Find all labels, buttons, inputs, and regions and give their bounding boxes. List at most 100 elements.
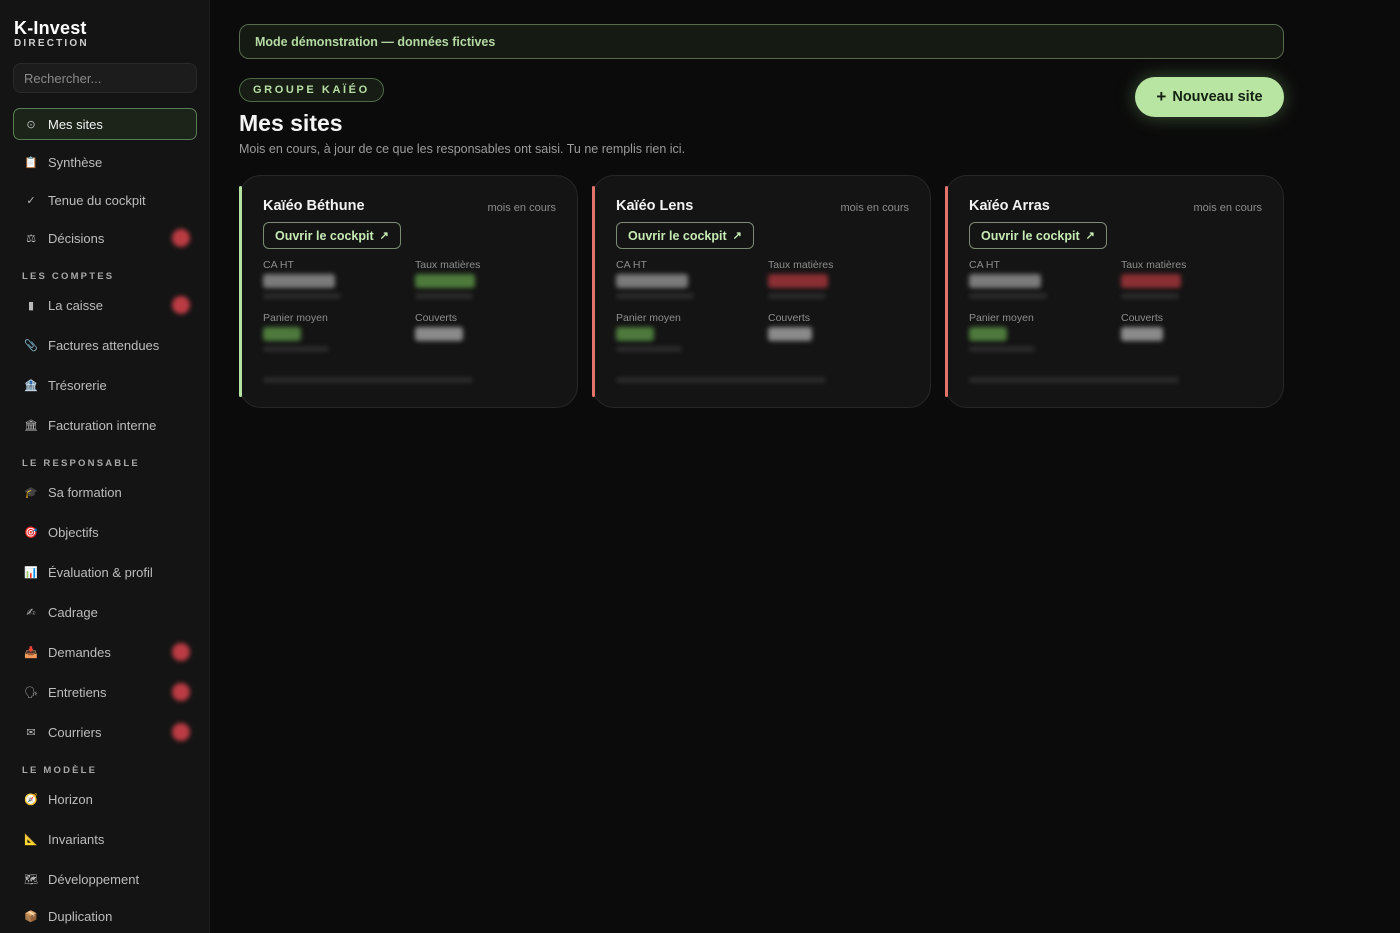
sidebar-item-mes-sites[interactable]: ⊙ Mes sites	[13, 108, 197, 140]
metric-detail	[1121, 293, 1179, 299]
site-card: Kaïéo Béthune mois en cours Ouvrir le co…	[239, 175, 578, 408]
metric-label-couverts: Couverts	[1121, 312, 1164, 324]
demo-mode-banner: Mode démonstration — données fictives	[239, 24, 1284, 59]
open-cockpit-label: Ouvrir le cockpit	[628, 228, 727, 243]
inbox-icon: 📥	[24, 646, 38, 659]
status-accent	[945, 186, 948, 397]
sidebar-item-la-caisse[interactable]: ▮ La caisse	[13, 289, 197, 321]
notification-badge	[172, 296, 190, 314]
metric-detail	[768, 293, 826, 299]
sidebar-item-demandes[interactable]: 📥 Demandes	[13, 636, 197, 668]
card-footer-note	[969, 377, 1179, 383]
status-accent	[239, 186, 242, 397]
metric-value-panier	[616, 327, 654, 341]
sidebar-item-tresorerie[interactable]: 🏦 Trésorerie	[13, 369, 197, 401]
sidebar-item-label: Entretiens	[48, 684, 107, 700]
sidebar-item-label: Invariants	[48, 831, 105, 847]
open-cockpit-button[interactable]: Ouvrir le cockpit ↗	[616, 222, 754, 249]
bar-chart-icon: 📊	[24, 566, 38, 579]
period-label: mois en cours	[487, 202, 556, 214]
open-cockpit-label: Ouvrir le cockpit	[275, 228, 374, 243]
open-cockpit-button[interactable]: Ouvrir le cockpit ↗	[263, 222, 401, 249]
metric-value-ca	[969, 274, 1041, 288]
card-footer-note	[263, 377, 473, 383]
sidebar-item-label: La caisse	[48, 297, 103, 313]
new-site-button[interactable]: + Nouveau site	[1135, 77, 1284, 117]
metric-label-ca: CA HT	[616, 259, 647, 271]
metric-label-couverts: Couverts	[768, 312, 811, 324]
sidebar-item-cadrage[interactable]: ✍ Cadrage	[13, 596, 197, 628]
paperclip-icon: 📎	[24, 339, 38, 352]
home-icon: ⊙	[26, 118, 36, 131]
plus-icon: +	[1156, 87, 1167, 106]
sidebar-item-objectifs[interactable]: 🎯 Objectifs	[13, 516, 197, 548]
sidebar-item-label: Horizon	[48, 791, 93, 807]
sidebar-item-label: Évaluation & profil	[48, 564, 153, 580]
sidebar-item-label: Objectifs	[48, 524, 99, 540]
brand-name: K-Invest	[14, 18, 87, 38]
metric-value-ca	[616, 274, 688, 288]
metric-detail	[969, 346, 1035, 352]
page-subtitle: Mois en cours, à jour de ce que les resp…	[239, 142, 686, 156]
metric-label-panier: Panier moyen	[616, 312, 681, 324]
brand[interactable]: K-Invest DIRECTION	[14, 18, 89, 50]
metric-detail	[616, 293, 694, 299]
building-icon: 🏛	[24, 419, 38, 432]
external-arrow-icon: ↗	[1085, 230, 1095, 242]
notification-badge	[172, 643, 190, 661]
page-title: Mes sites	[239, 110, 343, 136]
metric-label-ca: CA HT	[263, 259, 294, 271]
sidebar-item-decisions[interactable]: ⚖ Décisions	[13, 222, 197, 254]
open-cockpit-button[interactable]: Ouvrir le cockpit ↗	[969, 222, 1107, 249]
sidebar-item-label: Mes sites	[48, 116, 103, 132]
graduation-cap-icon: 🎓	[24, 486, 38, 499]
open-cockpit-label: Ouvrir le cockpit	[981, 228, 1080, 243]
sidebar-item-courriers[interactable]: ✉ Courriers	[13, 716, 197, 748]
brand-subtitle: DIRECTION	[14, 38, 89, 49]
section-label-modele: LE MODÈLE	[22, 765, 98, 776]
sidebar-item-label: Développement	[48, 871, 140, 887]
sidebar-item-duplication[interactable]: 📦 Duplication	[13, 900, 197, 932]
sidebar-item-label: Tenue du cockpit	[48, 192, 146, 208]
envelope-icon: ✉	[26, 726, 36, 739]
sidebar-item-entretiens[interactable]: 🗣 Entretiens	[13, 676, 197, 708]
metric-value-taux	[1121, 274, 1181, 288]
sidebar-item-label: Synthèse	[48, 154, 103, 170]
metric-value-ca	[263, 274, 335, 288]
sidebar-item-sa-formation[interactable]: 🎓 Sa formation	[13, 476, 197, 508]
sidebar-item-tenue-du-cockpit[interactable]: ✓ Tenue du cockpit	[13, 184, 197, 216]
scales-icon: ⚖	[26, 232, 36, 245]
sidebar-item-invariants[interactable]: 📐 Invariants	[13, 823, 197, 855]
sidebar-item-label: Facturation interne	[48, 417, 157, 433]
metric-detail	[616, 346, 682, 352]
metric-detail	[415, 293, 473, 299]
site-card: Kaïéo Arras mois en cours Ouvrir le cock…	[945, 175, 1284, 408]
group-pill: GROUPE KAÏÉO	[239, 78, 384, 102]
metric-value-panier	[969, 327, 1007, 341]
period-label: mois en cours	[840, 202, 909, 214]
notification-badge	[172, 229, 190, 247]
search-input[interactable]	[13, 63, 197, 93]
metric-label-taux: Taux matières	[768, 259, 834, 271]
sidebar-item-evaluation-profil[interactable]: 📊 Évaluation & profil	[13, 556, 197, 588]
bank-icon: 🏦	[24, 379, 38, 392]
sidebar-item-developpement[interactable]: 🗺 Développement	[13, 863, 197, 895]
metric-value-couverts	[415, 327, 463, 341]
sidebar-item-horizon[interactable]: 🧭 Horizon	[13, 783, 197, 815]
section-label-comptes: LES COMPTES	[22, 271, 115, 282]
metric-value-couverts	[768, 327, 812, 341]
sidebar-item-factures-attendues[interactable]: 📎 Factures attendues	[13, 329, 197, 361]
sidebar-item-facturation-interne[interactable]: 🏛 Facturation interne	[13, 409, 197, 441]
sidebar-item-label: Cadrage	[48, 604, 98, 620]
sidebar-item-synthese[interactable]: 📋 Synthèse	[13, 146, 197, 178]
sidebar-item-label: Sa formation	[48, 484, 122, 500]
sidebar-item-label: Duplication	[48, 908, 113, 924]
section-label-responsable: LE RESPONSABLE	[22, 458, 140, 469]
metric-value-couverts	[1121, 327, 1163, 341]
new-site-label: Nouveau site	[1172, 89, 1263, 105]
site-name: Kaïéo Béthune	[263, 198, 365, 214]
site-name: Kaïéo Arras	[969, 198, 1050, 214]
clipboard-icon: 📋	[24, 156, 38, 169]
metric-detail	[969, 293, 1047, 299]
compass-icon: 🧭	[24, 793, 38, 806]
